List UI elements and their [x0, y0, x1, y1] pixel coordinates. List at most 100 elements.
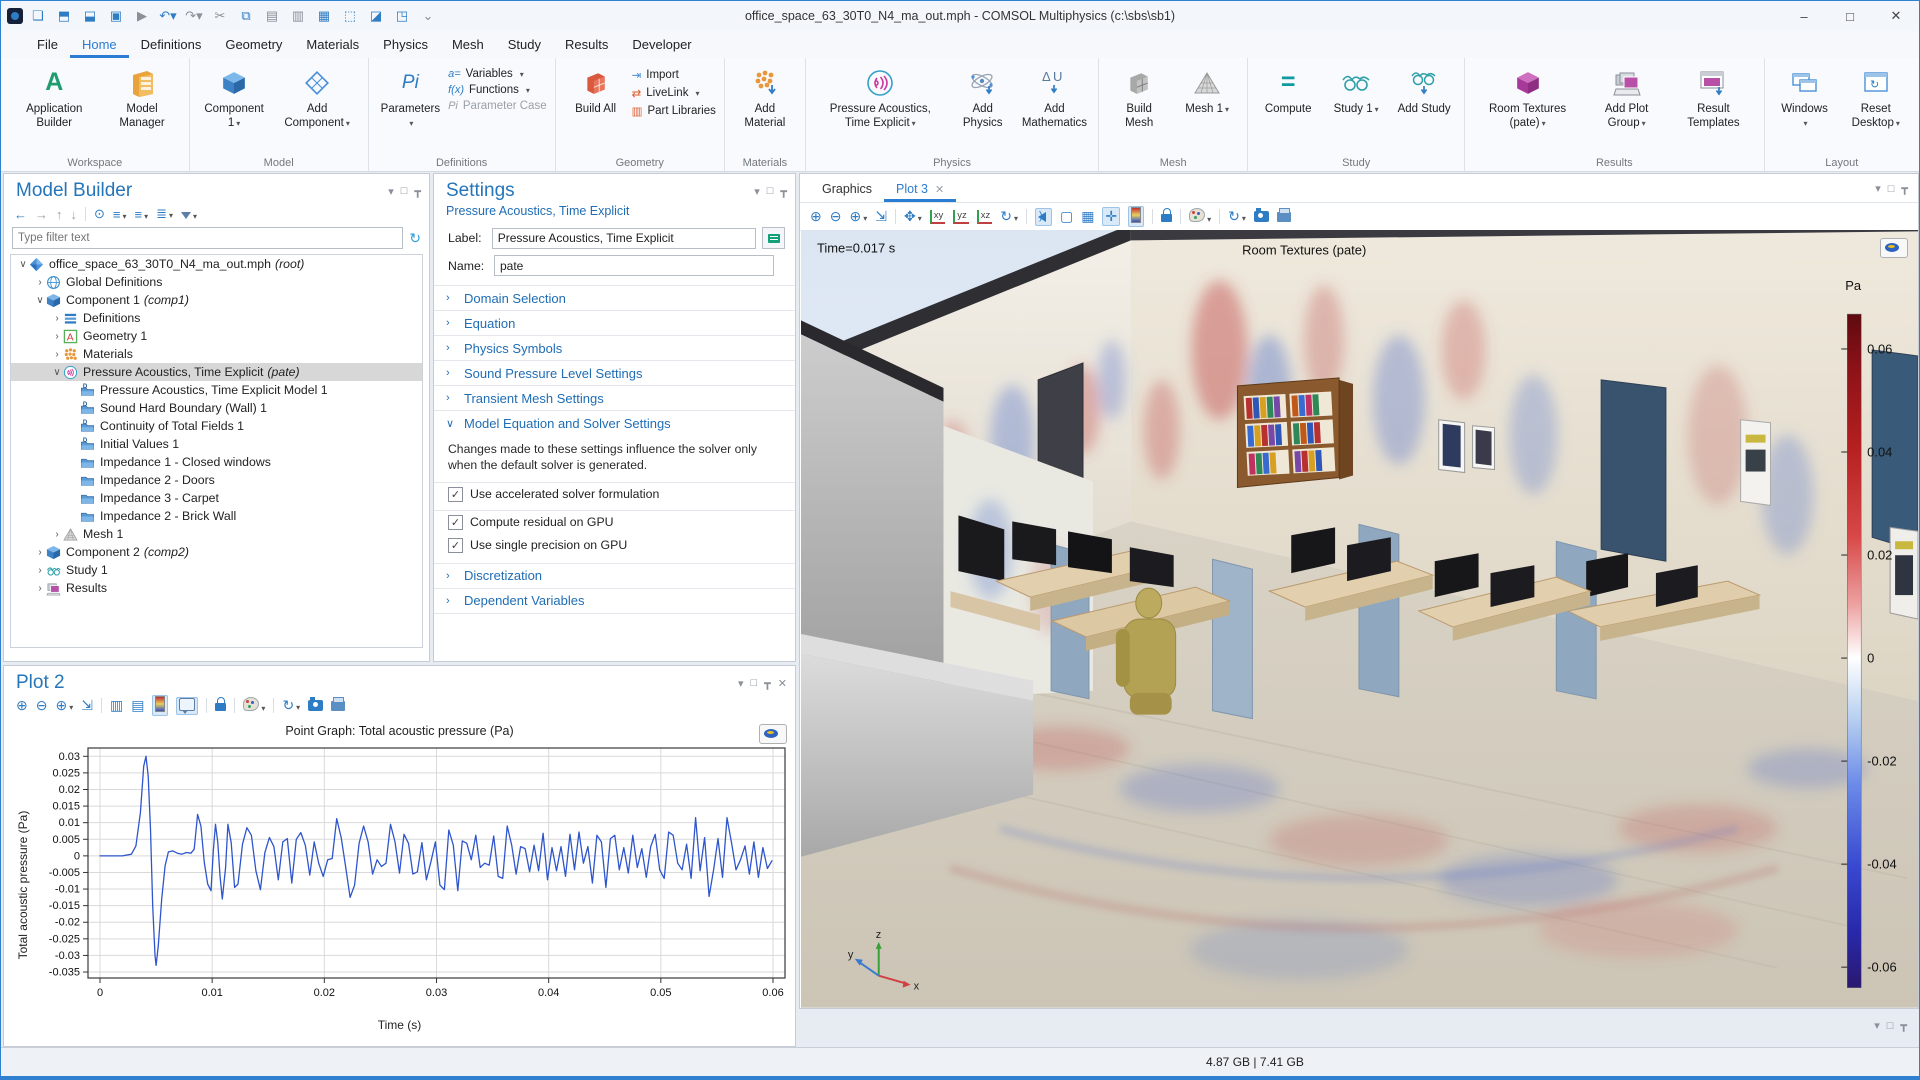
checkbox-residual-gpu[interactable]: ✓ Compute residual on GPU [434, 511, 795, 534]
windows-button[interactable]: Windows ▾ [1773, 64, 1837, 132]
new-file-icon[interactable]: ❏ [27, 6, 49, 26]
parameters-button[interactable]: Pi Parameters ▾ [377, 64, 444, 132]
compute-button[interactable]: = Compute [1256, 64, 1320, 119]
print-icon[interactable] [1276, 208, 1291, 225]
save-icon[interactable]: ⬓ [79, 6, 101, 26]
lock-icon[interactable] [1161, 208, 1173, 225]
tree-item[interactable]: Sound Hard Boundary (Wall) 1 [11, 399, 422, 417]
paste-icon[interactable]: ▤ [261, 6, 283, 26]
panel-menu-icon[interactable]: ▾ [738, 677, 744, 690]
application-builder-button[interactable]: A Application Builder [9, 64, 99, 132]
zoom-in-icon[interactable]: ⊕ [810, 208, 822, 225]
pin-icon[interactable]: ┳ [1901, 182, 1908, 195]
plot-refresh-icon[interactable]: ↻ ▾ [282, 697, 300, 714]
maximize-button[interactable]: □ [1827, 1, 1873, 31]
move-down-icon[interactable]: ↓ [71, 207, 78, 222]
close-button[interactable]: ✕ [1873, 1, 1919, 31]
collapse-icon[interactable]: ≡ ▾ [135, 207, 149, 222]
section-dependent-variables[interactable]: › Dependent Variables [434, 587, 795, 614]
component-1-button[interactable]: Component 1 ▾ [198, 64, 271, 132]
zoom-box-icon[interactable]: ⊕ ▾ [849, 208, 867, 225]
graphics-canvas[interactable]: Pa 0.06 0.04 0.02 0 -0.02 -0.04 -0.06 Time=0.0… [801, 230, 1918, 1008]
lock-icon[interactable] [215, 697, 227, 714]
build-all-button[interactable]: Build All [564, 64, 628, 119]
tree-item[interactable]: › Global Definitions [11, 273, 422, 291]
float-icon[interactable]: □ [767, 185, 774, 197]
tree-item[interactable]: Impedance 3 - Carpet [11, 489, 422, 507]
tree-item[interactable]: ∨ Component 1 (comp1) [11, 291, 422, 309]
zoom-box-icon[interactable]: ⊕ ▾ [55, 697, 73, 714]
filter-input[interactable] [12, 227, 404, 249]
menu-study[interactable]: Study [496, 33, 553, 58]
close-tab-icon[interactable]: ✕ [935, 183, 944, 196]
tree-item[interactable]: Impedance 1 - Closed windows [11, 453, 422, 471]
zoom-extents-icon[interactable]: ⇲ [875, 208, 887, 225]
expand-icon[interactable]: ≡ ▾ [113, 207, 127, 222]
rename-button[interactable] [762, 227, 785, 249]
add-component-button[interactable]: Add Component ▾ [275, 64, 360, 132]
menu-mesh[interactable]: Mesh [440, 33, 496, 58]
menu-results[interactable]: Results [553, 33, 620, 58]
checkbox-single-precision[interactable]: ✓ Use single precision on GPU [434, 534, 795, 557]
add-mathematics-button[interactable]: Δ U Add Mathematics [1019, 64, 1090, 132]
menu-physics[interactable]: Physics [371, 33, 440, 58]
node-text-icon[interactable]: ≣ ▾ [156, 206, 173, 222]
annotation-icon[interactable] [176, 696, 199, 715]
panel-menu-icon[interactable]: ▾ [388, 185, 394, 198]
result-templates-button[interactable]: Result Templates [1671, 64, 1755, 132]
print-icon[interactable] [331, 697, 346, 714]
pin-icon[interactable]: ┳ [764, 677, 771, 690]
tree-item[interactable]: ∨ Pressure Acoustics, Time Explicit (pate) [11, 363, 422, 381]
menu-developer[interactable]: Developer [620, 33, 703, 58]
duplicate-icon[interactable]: ▥ [287, 6, 309, 26]
float-icon[interactable]: □ [401, 185, 408, 197]
model-manager-button[interactable]: Model Manager [103, 64, 180, 132]
tree-item[interactable]: Pressure Acoustics, Time Explicit Model … [11, 381, 422, 399]
save-as-icon[interactable]: ▣ [105, 6, 127, 26]
color-theme-icon[interactable]: ▾ [1189, 208, 1211, 225]
part-libraries-button[interactable]: ▥ Part Libraries [632, 104, 716, 118]
functions-button[interactable]: f(x) Functions ▾ [448, 84, 547, 96]
tree-item[interactable]: › Mesh 1 [11, 525, 422, 543]
section-spl-settings[interactable]: › Sound Pressure Level Settings [434, 360, 795, 385]
add-plot-group-button[interactable]: Add Plot Group ▾ [1586, 64, 1667, 132]
grid-icon[interactable]: ▦ [1081, 208, 1094, 225]
scene-box-icon[interactable]: ▢ [1060, 208, 1073, 225]
run-icon[interactable]: ▶ [131, 6, 153, 26]
view-xy-icon[interactable]: xy [929, 209, 946, 224]
back-icon[interactable]: ← [14, 207, 27, 222]
label-field[interactable] [491, 227, 757, 249]
float-icon[interactable]: □ [751, 677, 758, 689]
snapshot-icon[interactable] [308, 697, 324, 714]
study-1-button[interactable]: Study 1 ▾ [1324, 64, 1388, 119]
reset-desktop-button[interactable]: ↻ Reset Desktop ▾ [1841, 64, 1911, 132]
float-icon[interactable]: □ [1887, 1020, 1894, 1032]
minimize-button[interactable]: – [1781, 1, 1827, 31]
parameter-case-button[interactable]: Pi Parameter Case [448, 100, 547, 112]
menu-definitions[interactable]: Definitions [129, 33, 214, 58]
section-model-equation[interactable]: ∨ Model Equation and Solver Settings [434, 410, 795, 435]
import-button[interactable]: ⇥ Import [632, 68, 716, 82]
view-yz-icon[interactable]: yz [953, 209, 969, 224]
tree-item[interactable]: Continuity of Total Fields 1 [11, 417, 422, 435]
tree-item[interactable]: › Component 2 (comp2) [11, 543, 422, 561]
tree-item[interactable]: Impedance 2 - Doors [11, 471, 422, 489]
comsol-logo-chip[interactable] [1880, 238, 1908, 258]
panel-menu-icon[interactable]: ▾ [1874, 1019, 1880, 1032]
tree-item[interactable]: › Study 1 [11, 561, 422, 579]
room-textures-button[interactable]: Room Textures (pate) ▾ [1473, 64, 1582, 132]
view-orientation-icon[interactable]: ✥ ▾ [904, 208, 922, 225]
highlight-icon[interactable]: ◪ [365, 6, 387, 26]
comsol-app-icon[interactable] [7, 8, 23, 24]
zoom-in-icon[interactable]: ⊕ [16, 697, 28, 714]
forward-icon[interactable]: → [35, 207, 48, 222]
close-icon[interactable]: ✕ [778, 677, 787, 690]
tree-item[interactable]: › Materials [11, 345, 422, 363]
open-file-icon[interactable]: ⬒ [53, 6, 75, 26]
section-discretization[interactable]: › Discretization [434, 562, 795, 588]
section-physics-symbols[interactable]: › Physics Symbols [434, 335, 795, 360]
menu-file[interactable]: File [25, 33, 70, 58]
comsol-logo-chip[interactable] [759, 724, 787, 744]
livelink-button[interactable]: ⇄ LiveLink ▾ [632, 86, 716, 100]
pin-icon[interactable]: ┳ [780, 185, 787, 198]
